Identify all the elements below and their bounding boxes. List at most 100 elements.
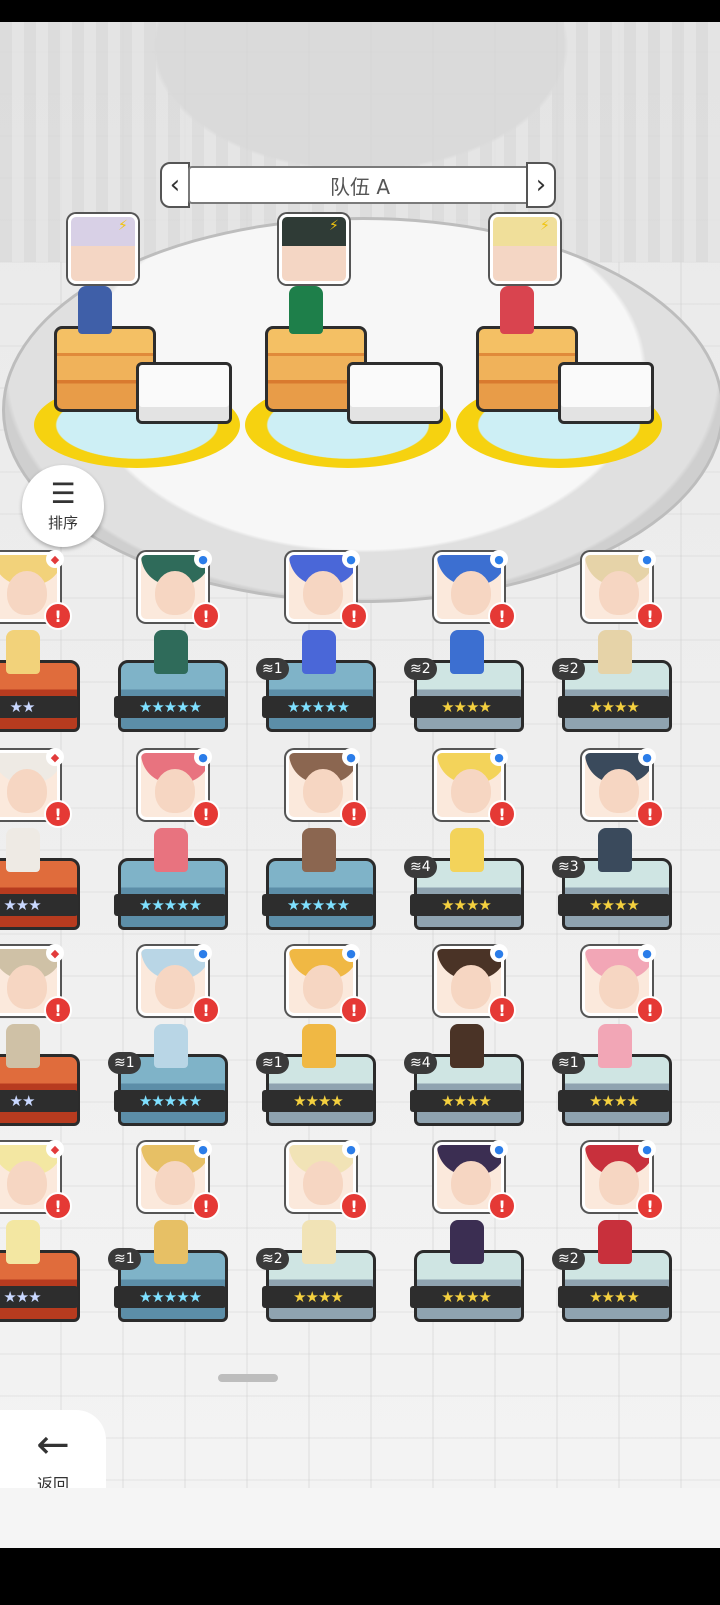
water-element-icon: ● — [342, 1140, 360, 1158]
dupe-count: ≋2 — [552, 1248, 585, 1270]
hero-face — [155, 1161, 195, 1205]
hero-card[interactable]: ●! ★★★★★ — [262, 748, 406, 950]
hero-card[interactable]: ●! ★★★★ ≋2 — [552, 1140, 702, 1342]
alert-icon: ! — [488, 996, 516, 1024]
white-block — [136, 362, 232, 424]
hero-card[interactable]: ●! ★★★★★ — [114, 748, 258, 950]
hero-card[interactable]: ●! ★★★★ ≋1 — [552, 944, 702, 1146]
alert-icon: ! — [636, 602, 664, 630]
star-rating: ★★ — [0, 1090, 78, 1112]
hero-face — [155, 769, 195, 813]
hero-card[interactable]: ●! ★★★★ ≋4 — [404, 944, 554, 1146]
hero-sprite — [289, 286, 323, 334]
dupe-count: ≋1 — [108, 1248, 141, 1270]
hero-card[interactable]: ●! ★★★★★ — [114, 550, 258, 752]
hero-card[interactable]: ●! ★★★★★ ≋1 — [108, 1140, 258, 1342]
hero-card[interactable]: ●! ★★★★★ ≋1 — [256, 550, 406, 752]
sort-button[interactable]: ☰ 排序 — [22, 465, 104, 547]
water-element-icon: ● — [490, 944, 508, 962]
hero-sprite — [78, 286, 112, 334]
hero-card[interactable]: ●! ★★★★ ≋2 — [404, 550, 554, 752]
chevron-left-icon[interactable]: ‹ — [160, 162, 190, 208]
alert-icon: ! — [44, 996, 72, 1024]
alert-icon: ! — [44, 800, 72, 828]
white-block — [558, 362, 654, 424]
team-slot[interactable]: ⚡ — [245, 214, 465, 494]
hero-card[interactable]: ●! ★★★★ ≋3 — [552, 748, 702, 950]
hero-sprite — [154, 1024, 188, 1068]
hero-sprite — [500, 286, 534, 334]
hero-card[interactable]: ●! ★★★★ ≋2 — [552, 550, 702, 752]
hero-sprite — [450, 828, 484, 872]
star-rating: ★★★★ — [558, 894, 670, 916]
hero-face — [303, 769, 343, 813]
dupe-count: ≋1 — [552, 1052, 585, 1074]
lightning-icon: ⚡ — [118, 218, 128, 234]
hero-face — [155, 965, 195, 1009]
star-rating: ★★★★ — [262, 1286, 374, 1308]
star-rating: ★★ — [0, 696, 78, 718]
hero-sprite — [6, 828, 40, 872]
dupe-count: ≋1 — [256, 658, 289, 680]
team-name: 队伍 A — [188, 166, 532, 204]
hero-card[interactable]: ●! ★★★★ — [410, 1140, 554, 1342]
hero-card[interactable]: ◆!★★★≋6 — [0, 748, 110, 950]
hero-card[interactable]: ◆! ★★ — [0, 944, 110, 1146]
star-rating: ★★★★ — [558, 696, 670, 718]
navigation-bar — [0, 1488, 720, 1548]
water-element-icon: ● — [342, 748, 360, 766]
hero-face — [303, 571, 343, 615]
sort-icon: ☰ — [50, 476, 76, 510]
hero-card[interactable]: ●! ★★★★ ≋2 — [256, 1140, 406, 1342]
alert-icon: ! — [44, 1192, 72, 1220]
hero-card[interactable]: ●! ★★★★ ≋1 — [256, 944, 406, 1146]
alert-icon: ! — [340, 1192, 368, 1220]
status-bar — [0, 0, 720, 22]
star-rating: ★★★★ — [410, 1090, 522, 1112]
alert-icon: ! — [636, 800, 664, 828]
hero-sprite — [450, 1024, 484, 1068]
hero-face — [599, 769, 639, 813]
hero-face — [7, 769, 47, 813]
hero-sprite — [302, 1024, 336, 1068]
alert-icon: ! — [192, 800, 220, 828]
hero-sprite — [154, 630, 188, 674]
hero-card[interactable]: ◆! ★★ — [0, 550, 110, 752]
water-element-icon: ● — [194, 550, 212, 568]
dupe-count: ≋1 — [108, 1052, 141, 1074]
hero-sprite — [450, 1220, 484, 1264]
hero-card[interactable]: ●! ★★★★★ ≋1 — [108, 944, 258, 1146]
star-rating: ★★★★ — [262, 1090, 374, 1112]
team-slot[interactable]: ⚡ — [34, 214, 254, 494]
hero-sprite — [598, 630, 632, 674]
chevron-right-icon[interactable]: › — [526, 162, 556, 208]
hero-card[interactable]: ◆!★★★≋2 — [0, 1140, 110, 1342]
scroll-indicator — [218, 1374, 278, 1382]
water-element-icon: ● — [490, 550, 508, 568]
hero-card[interactable]: ●! ★★★★ ≋4 — [404, 748, 554, 950]
team-slot[interactable]: ⚡ — [456, 214, 676, 494]
hero-face — [599, 571, 639, 615]
hero-sprite — [598, 1024, 632, 1068]
star-rating: ★★★★★ — [262, 696, 374, 718]
hero-face — [7, 1161, 47, 1205]
hero-sprite — [302, 1220, 336, 1264]
team-selector: ‹ 队伍 A › — [160, 162, 556, 208]
alert-icon: ! — [636, 996, 664, 1024]
dupe-count: ≋4 — [404, 1052, 437, 1074]
water-element-icon: ● — [490, 1140, 508, 1158]
star-rating: ★★★ — [0, 1286, 78, 1308]
alert-icon: ! — [340, 996, 368, 1024]
star-rating: ★★★★★ — [114, 1090, 226, 1112]
hero-sprite — [6, 1024, 40, 1068]
alert-icon: ! — [488, 800, 516, 828]
fire-element-icon: ◆ — [46, 944, 64, 962]
star-rating: ★★★★★ — [114, 894, 226, 916]
water-element-icon: ● — [194, 1140, 212, 1158]
hero-sprite — [302, 630, 336, 674]
star-rating: ★★★★ — [410, 696, 522, 718]
hero-face — [451, 965, 491, 1009]
water-element-icon: ● — [638, 748, 656, 766]
dupe-count: ≋1 — [256, 1052, 289, 1074]
hero-face — [599, 1161, 639, 1205]
